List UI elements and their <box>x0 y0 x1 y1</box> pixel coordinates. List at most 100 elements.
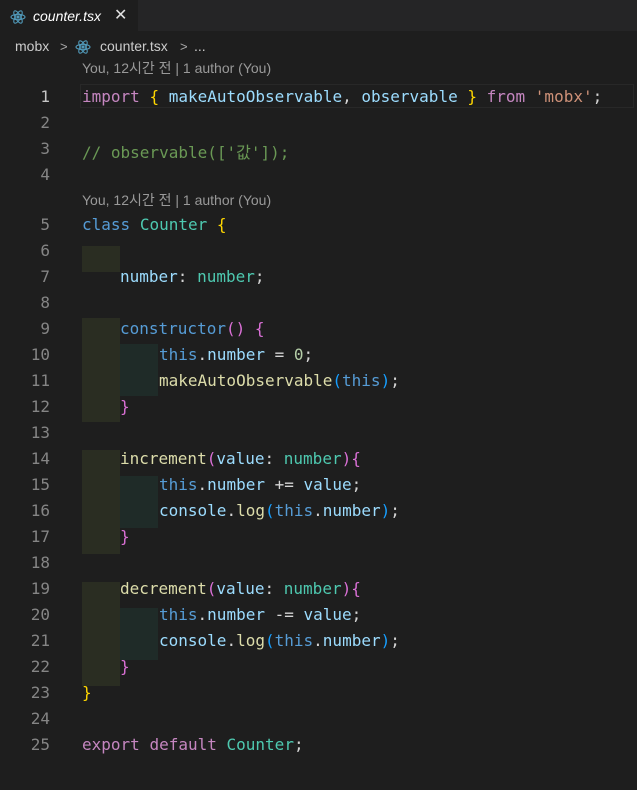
token: { <box>351 449 361 468</box>
token: value <box>216 449 265 468</box>
code-line: 12 } <box>0 394 637 420</box>
code-line: 24 <box>0 706 637 732</box>
line-number: 25 <box>30 735 50 754</box>
token: value <box>216 579 265 598</box>
line-content: console.log(this.number); <box>159 631 400 650</box>
line-content: export default Counter; <box>82 735 304 754</box>
token: ) <box>380 501 391 520</box>
line-content: } <box>120 657 130 676</box>
token: : <box>264 449 284 468</box>
token: . <box>226 501 237 520</box>
token: makeAutoObservable <box>168 87 343 106</box>
token: { <box>254 319 265 338</box>
breadcrumb-symbols[interactable]: ... <box>194 38 206 54</box>
token: . <box>197 345 208 364</box>
token: -= <box>264 605 304 624</box>
line-number: 16 <box>30 501 50 520</box>
line-number: 3 <box>40 139 50 158</box>
tab-counter-tsx[interactable]: counter.tsx ✕ <box>0 0 138 31</box>
code-line: 1 import { makeAutoObservable, observabl… <box>0 84 637 110</box>
token: { <box>216 215 227 234</box>
code-line: 13 <box>0 420 637 446</box>
token: value <box>303 475 352 494</box>
react-icon <box>75 39 91 55</box>
token: ; <box>303 345 314 364</box>
token: : <box>177 267 198 286</box>
token: . <box>226 631 237 650</box>
token: ; <box>592 87 603 106</box>
code-line: 22 } <box>0 654 637 680</box>
token: ; <box>390 631 400 650</box>
line-number: 13 <box>30 423 50 442</box>
code-line: 7 number: number; <box>0 264 637 290</box>
token: // observable(['값']); <box>82 143 290 162</box>
code-line: 11 makeAutoObservable(this); <box>0 368 637 394</box>
token: . <box>313 501 323 520</box>
line-content: number: number; <box>120 267 265 286</box>
line-number: 2 <box>40 113 50 132</box>
token: += <box>264 475 304 494</box>
token: makeAutoObservable <box>159 371 333 390</box>
token: ( <box>206 449 217 468</box>
code-line: 25 export default Counter; <box>0 732 637 758</box>
line-number: 20 <box>30 605 50 624</box>
token: { <box>351 579 361 598</box>
token: Counter <box>139 215 208 234</box>
line-number: 22 <box>30 657 50 676</box>
code-line: 2 <box>0 110 637 136</box>
token: this <box>159 605 198 624</box>
token: ) <box>341 579 352 598</box>
close-icon[interactable]: ✕ <box>114 5 127 24</box>
line-number: 11 <box>30 371 50 390</box>
codelens-blame[interactable]: You, 12시간 전 | 1 author (You) <box>82 58 271 78</box>
token: : <box>264 579 284 598</box>
line-content: import { makeAutoObservable, observable … <box>82 87 602 106</box>
line-number: 14 <box>30 449 50 468</box>
token: constructor <box>120 319 226 338</box>
chevron-right-icon: > <box>60 39 68 54</box>
token: } <box>467 87 477 106</box>
breadcrumb-file[interactable]: counter.tsx <box>100 38 168 54</box>
code-line: 8 <box>0 290 637 316</box>
token: ( <box>264 501 275 520</box>
token: this <box>159 345 198 364</box>
token: decrement <box>120 579 207 598</box>
token: ( <box>332 371 343 390</box>
token: number <box>322 501 381 520</box>
codelens-blame[interactable]: You, 12시간 전 | 1 author (You) <box>82 190 271 210</box>
token: . <box>197 605 208 624</box>
line-content: // observable(['값']); <box>82 139 289 163</box>
line-number: 10 <box>30 345 50 364</box>
token: observable <box>361 87 458 106</box>
token: } <box>120 657 130 676</box>
code-line: 9 constructor() { <box>0 316 637 342</box>
token: increment <box>120 449 207 468</box>
token: export <box>82 735 140 754</box>
breadcrumb-folder-mobx[interactable]: mobx <box>15 38 49 54</box>
token: import <box>82 87 140 106</box>
tab-label: counter.tsx <box>33 8 101 24</box>
chevron-right-icon: > <box>180 39 188 54</box>
token: } <box>120 397 130 416</box>
code-line: 4 <box>0 162 637 188</box>
line-number: 21 <box>30 631 50 650</box>
token: ; <box>390 371 400 390</box>
line-number: 1 <box>40 87 50 106</box>
line-content: constructor() { <box>120 319 265 338</box>
token: } <box>120 527 130 546</box>
code-line: 14 increment(value: number){ <box>0 446 637 472</box>
code-line: 10 this.number = 0; <box>0 342 637 368</box>
token: = <box>264 345 294 364</box>
code-line: 20 this.number -= value; <box>0 602 637 628</box>
token: class <box>82 215 131 234</box>
line-content: } <box>82 683 92 702</box>
line-number: 17 <box>30 527 50 546</box>
token: ) <box>380 371 391 390</box>
